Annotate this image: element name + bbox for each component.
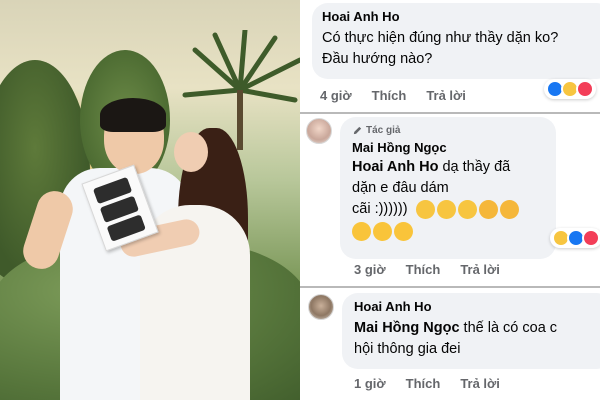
- comment-text: dạ thầy đã: [438, 159, 511, 175]
- like-button[interactable]: Thích: [406, 376, 441, 391]
- divider: [300, 286, 600, 288]
- star-struck-emoji: [457, 199, 477, 219]
- rofl-emoji: [394, 221, 413, 241]
- love-icon: [576, 80, 594, 98]
- comment-time[interactable]: 3 giờ: [354, 262, 386, 277]
- comment-bubble: Hoai Anh Ho Có thực hiện đúng như thầy d…: [312, 3, 600, 79]
- comment-text: Có thực hiện đúng như thầy dặn ko?: [322, 30, 559, 46]
- star-struck-emoji: [415, 199, 435, 219]
- author-badge: Tác giả: [352, 123, 546, 137]
- comment-actions: 3 giờ Thích Trả lời: [354, 262, 520, 277]
- comment-bubble: Tác giả Mai Hồng Ngọc Hoai Anh Ho dạ thầ…: [340, 117, 556, 259]
- comment-actions: 1 giờ Thích Trả lời: [354, 376, 520, 391]
- reply-button[interactable]: Trả lời: [460, 262, 500, 277]
- comment-text: Đầu hướng nào?: [322, 51, 433, 67]
- comment-text: hội thông gia đei: [354, 341, 461, 357]
- comment-text: dặn e đâu dám: [352, 180, 449, 196]
- mention-tag[interactable]: Hoai Anh Ho: [352, 159, 438, 175]
- like-button[interactable]: Thích: [372, 88, 407, 103]
- rofl-emoji: [373, 221, 392, 241]
- comment-bubble: Hoai Anh Ho Mai Hồng Ngọc thế là có coa …: [342, 293, 600, 369]
- smiling-hearts-emoji: [478, 199, 498, 219]
- comment-thread: Hoai Anh Ho Có thực hiện đúng như thầy d…: [300, 0, 600, 400]
- rofl-emoji: [352, 221, 371, 241]
- comment-text: cãi :)))))): [352, 201, 408, 217]
- avatar[interactable]: [306, 118, 332, 144]
- divider: [300, 112, 600, 114]
- pencil-icon: [353, 126, 362, 134]
- reaction-summary[interactable]: [544, 79, 596, 99]
- woman-face: [174, 132, 208, 172]
- author-badge-label: Tác giả: [366, 124, 401, 136]
- comment-text: thế là có coa c: [459, 320, 558, 336]
- couple-photo: [0, 0, 300, 400]
- comment-author[interactable]: Hoai Anh Ho: [322, 9, 600, 24]
- comment-author[interactable]: Mai Hồng Ngọc: [352, 140, 546, 155]
- mention-tag[interactable]: Mai Hồng Ngọc: [354, 320, 460, 336]
- comment-author[interactable]: Hoai Anh Ho: [354, 299, 600, 314]
- man-hair: [100, 98, 166, 132]
- comment-time[interactable]: 1 giờ: [354, 376, 386, 391]
- reply-button[interactable]: Trả lời: [460, 376, 500, 391]
- star-struck-emoji: [436, 199, 456, 219]
- love-icon: [582, 229, 600, 247]
- smiling-hearts-emoji: [499, 199, 519, 219]
- comment-time[interactable]: 4 giờ: [320, 88, 352, 103]
- reaction-summary[interactable]: [550, 228, 600, 248]
- reply-button[interactable]: Trả lời: [426, 88, 466, 103]
- like-button[interactable]: Thích: [406, 262, 441, 277]
- avatar[interactable]: [308, 294, 334, 320]
- comment-actions: 4 giờ Thích Trả lời: [320, 88, 486, 103]
